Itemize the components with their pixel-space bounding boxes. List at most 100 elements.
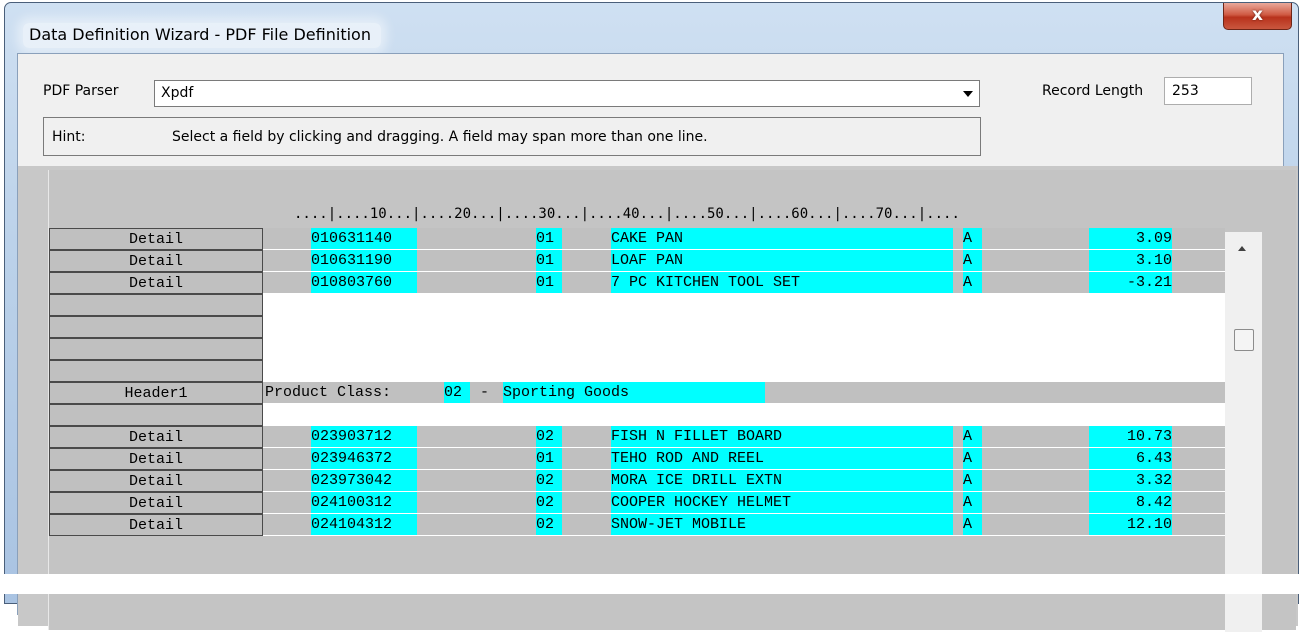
- row-content[interactable]: 010803760 01 7 PC KITCHEN TOOL SET A -3.21: [263, 272, 1225, 294]
- grid-viewport[interactable]: ....|....10...|....20...|....30...|....4…: [48, 170, 1296, 632]
- row-content[interactable]: 023946372 01 TEHO ROD AND REEL A 6.43: [263, 448, 1225, 470]
- field-flag[interactable]: A: [963, 448, 982, 469]
- detail-row[interactable]: Detail 023903712 02 FISH N FILLET BOARD A 10.…: [49, 426, 1225, 448]
- field-item-number[interactable]: 023903712: [311, 426, 417, 447]
- field-flag[interactable]: A: [963, 426, 982, 447]
- field-amount[interactable]: -3.21: [1089, 272, 1172, 293]
- blank-row[interactable]: [49, 316, 1225, 338]
- field-class-code[interactable]: 02: [536, 470, 562, 491]
- row-type-label[interactable]: Detail: [49, 250, 263, 272]
- field-description[interactable]: CAKE PAN: [611, 228, 953, 249]
- field-description[interactable]: FISH N FILLET BOARD: [611, 426, 953, 447]
- row-content[interactable]: 010631140 01 CAKE PAN A 3.09: [263, 228, 1225, 250]
- row-content[interactable]: 024104312 02 SNOW-JET MOBILE A 12.10: [263, 514, 1225, 536]
- field-class-code[interactable]: 02: [536, 426, 562, 447]
- field-class-code[interactable]: 02: [536, 514, 562, 535]
- field-amount[interactable]: 3.10: [1089, 250, 1172, 271]
- record-length-input[interactable]: 253: [1164, 77, 1252, 105]
- field-amount[interactable]: 12.10: [1089, 514, 1172, 535]
- field-item-number[interactable]: 023973042: [311, 470, 417, 491]
- field-item-number[interactable]: 010803760: [311, 272, 417, 293]
- row-type-label[interactable]: Detail: [49, 272, 263, 294]
- blank-row[interactable]: [49, 338, 1225, 360]
- detail-row[interactable]: Detail 024104312 02 SNOW-JET MOBILE A 12.10: [49, 514, 1225, 536]
- field-flag[interactable]: A: [963, 250, 982, 271]
- detail-row[interactable]: Detail 010803760 01 7 PC KITCHEN TOOL SET A -…: [49, 272, 1225, 294]
- detail-row[interactable]: Detail 024100312 02 COOPER HOCKEY HELMET A 8.…: [49, 492, 1225, 514]
- field-description[interactable]: TEHO ROD AND REEL: [611, 448, 953, 469]
- detail-row[interactable]: Detail 010631140 01 CAKE PAN A 3.09: [49, 228, 1225, 250]
- row-content[interactable]: 010631190 01 LOAF PAN A 3.10: [263, 250, 1225, 272]
- header-separator-text[interactable]: -: [471, 382, 498, 403]
- field-class-code[interactable]: 01: [536, 272, 562, 293]
- hint-text: Select a field by clicking and dragging.…: [172, 129, 708, 145]
- window-title: Data Definition Wizard - PDF File Defini…: [23, 23, 381, 48]
- field-class-code[interactable]: 01: [536, 228, 562, 249]
- row-content[interactable]: [263, 294, 1225, 316]
- row-type-label[interactable]: Header1: [49, 382, 263, 404]
- field-flag[interactable]: A: [963, 272, 982, 293]
- field-item-number[interactable]: 024104312: [311, 514, 417, 535]
- field-flag[interactable]: A: [963, 228, 982, 249]
- field-definition-grid[interactable]: ....|....10...|....20...|....30...|....4…: [18, 166, 1298, 632]
- detail-row[interactable]: Detail 010631190 01 LOAF PAN A 3.10: [49, 250, 1225, 272]
- field-description[interactable]: SNOW-JET MOBILE: [611, 514, 953, 535]
- field-class-code[interactable]: 02: [536, 492, 562, 513]
- field-product-class-code[interactable]: 02: [444, 382, 470, 403]
- pdf-parser-value: Xpdf: [161, 85, 194, 101]
- field-item-number[interactable]: 010631140: [311, 228, 417, 249]
- field-description[interactable]: LOAF PAN: [611, 250, 953, 271]
- field-flag[interactable]: A: [963, 514, 982, 535]
- row-type-label[interactable]: Detail: [49, 492, 263, 514]
- header-prefix-text[interactable]: Product Class:: [265, 382, 400, 403]
- row-type-label[interactable]: [49, 316, 263, 338]
- field-amount[interactable]: 3.32: [1089, 470, 1172, 491]
- title-bar[interactable]: Data Definition Wizard - PDF File Defini…: [5, 3, 1298, 59]
- row-content[interactable]: [263, 316, 1225, 338]
- row-content[interactable]: 023903712 02 FISH N FILLET BOARD A 10.73: [263, 426, 1225, 448]
- field-product-class-name[interactable]: Sporting Goods: [503, 382, 765, 403]
- scrollbar-thumb[interactable]: [1234, 329, 1254, 351]
- field-amount[interactable]: 10.73: [1089, 426, 1172, 447]
- field-flag[interactable]: A: [963, 492, 982, 513]
- field-item-number[interactable]: 010631190: [311, 250, 417, 271]
- scroll-up-arrow-icon[interactable]: [1238, 246, 1246, 251]
- blank-row[interactable]: [49, 404, 1225, 426]
- field-flag[interactable]: A: [963, 470, 982, 491]
- field-class-code[interactable]: 01: [536, 250, 562, 271]
- field-description[interactable]: COOPER HOCKEY HELMET: [611, 492, 953, 513]
- blank-row[interactable]: [49, 360, 1225, 382]
- row-content[interactable]: [263, 404, 1225, 426]
- row-type-label[interactable]: Detail: [49, 228, 263, 250]
- field-class-code[interactable]: 01: [536, 448, 562, 469]
- row-type-label[interactable]: Detail: [49, 470, 263, 492]
- row-type-label[interactable]: [49, 404, 263, 426]
- blank-row[interactable]: [49, 294, 1225, 316]
- detail-row[interactable]: Detail 023973042 02 MORA ICE DRILL EXTN A 3.3…: [49, 470, 1225, 492]
- field-description[interactable]: MORA ICE DRILL EXTN: [611, 470, 953, 491]
- field-item-number[interactable]: 023946372: [311, 448, 417, 469]
- row-content[interactable]: Product Class: 02 - Sporting Goods: [263, 382, 1225, 404]
- row-type-label[interactable]: Detail: [49, 448, 263, 470]
- row-content[interactable]: [263, 360, 1225, 382]
- row-type-label[interactable]: [49, 294, 263, 316]
- vertical-scrollbar[interactable]: [1225, 232, 1262, 632]
- column-ruler: ....|....10...|....20...|....30...|....4…: [294, 206, 960, 222]
- header-row[interactable]: Header1 Product Class: 02 - Sporting Good…: [49, 382, 1225, 404]
- row-content[interactable]: 023973042 02 MORA ICE DRILL EXTN A 3.32: [263, 470, 1225, 492]
- field-description[interactable]: 7 PC KITCHEN TOOL SET: [611, 272, 953, 293]
- pdf-parser-dropdown[interactable]: Xpdf: [154, 80, 980, 107]
- detail-row[interactable]: Detail 023946372 01 TEHO ROD AND REEL A 6.43: [49, 448, 1225, 470]
- field-amount[interactable]: 8.42: [1089, 492, 1172, 513]
- row-type-label[interactable]: [49, 338, 263, 360]
- row-content[interactable]: 024100312 02 COOPER HOCKEY HELMET A 8.42: [263, 492, 1225, 514]
- field-amount[interactable]: 3.09: [1089, 228, 1172, 249]
- row-content[interactable]: [263, 338, 1225, 360]
- close-button[interactable]: x: [1223, 3, 1292, 30]
- chevron-down-icon[interactable]: [963, 91, 973, 97]
- row-type-label[interactable]: Detail: [49, 426, 263, 448]
- field-item-number[interactable]: 024100312: [311, 492, 417, 513]
- field-amount[interactable]: 6.43: [1089, 448, 1172, 469]
- row-type-label[interactable]: [49, 360, 263, 382]
- row-type-label[interactable]: Detail: [49, 514, 263, 536]
